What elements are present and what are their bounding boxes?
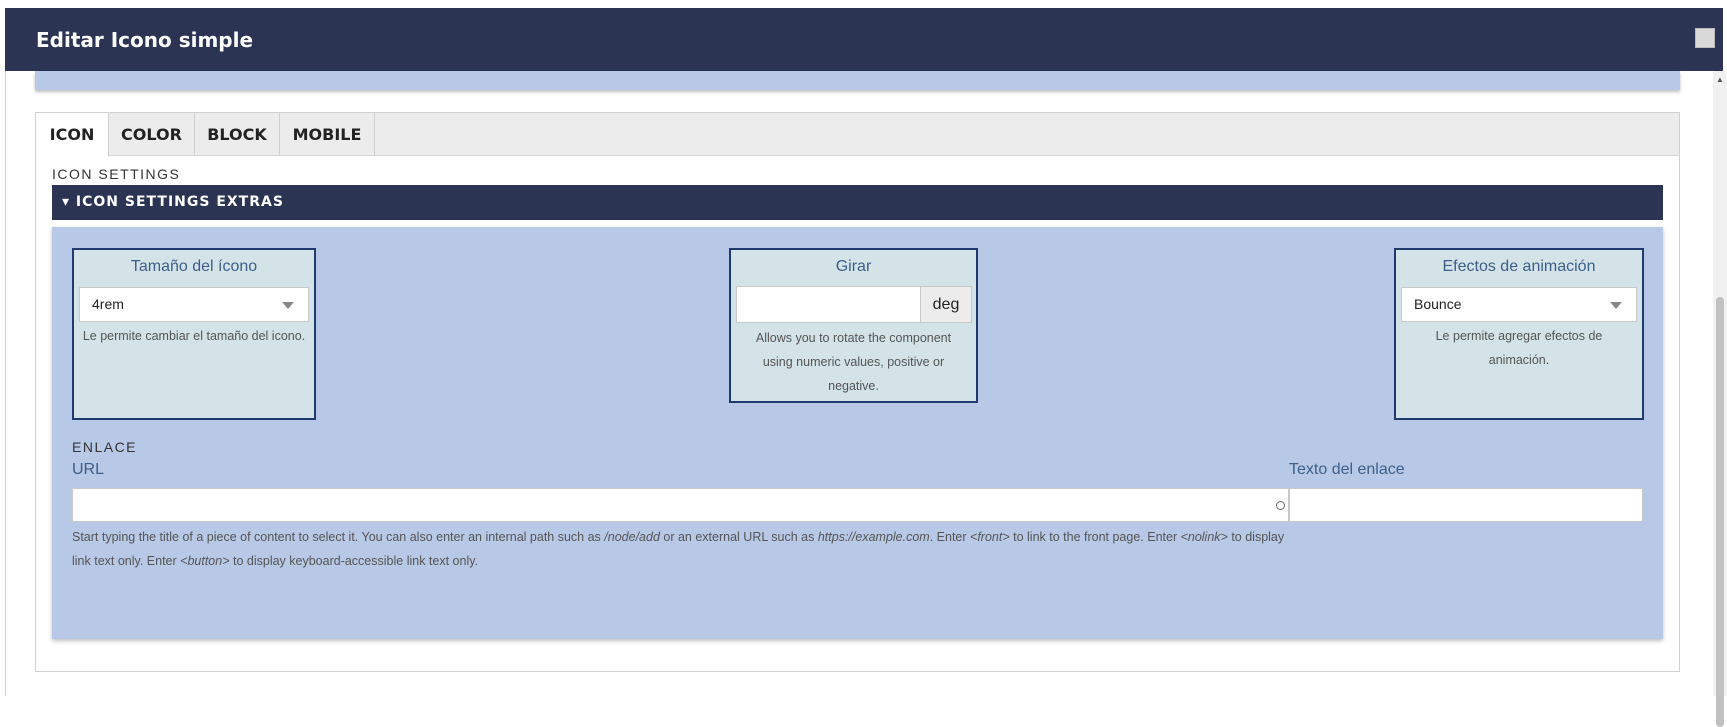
icon-size-value: 4rem [92,296,124,312]
animation-select[interactable]: Bounce [1401,287,1637,322]
url-help-part: to display keyboard-accessible link text… [229,554,479,568]
url-help-example: <front> [970,530,1010,544]
url-help-part: Start typing the title of a piece of con… [72,530,605,544]
icon-settings-extras-summary[interactable]: ▾ ICON SETTINGS EXTRAS [52,185,1663,220]
url-help-part: or an external URL such as [659,530,818,544]
link-text-input[interactable] [1289,488,1643,522]
top-strip [0,0,1727,6]
animation-help: Le permite agregar efectos de animación. [1435,329,1603,367]
tab-bar: ICON COLOR BLOCK MOBILE [36,113,1679,157]
url-help-text: Start typing the title of a piece of con… [72,525,1292,573]
icon-size-help: Le permite cambiar el tamaño del icono. [82,329,306,343]
rotate-card: Girar deg Allows you to rotate the compo… [729,248,978,403]
tab-color[interactable]: COLOR [109,113,195,156]
close-button[interactable] [1695,28,1715,48]
url-input[interactable] [72,488,1289,522]
icon-settings-heading: ICON SETTINGS [52,166,181,182]
url-help-example: https://example.com [817,530,930,544]
icon-size-card: Tamaño del ícono 4rem Le permite cambiar… [72,248,316,420]
tab-block[interactable]: BLOCK [195,113,280,156]
autocomplete-throbber-icon [1276,501,1285,510]
url-help-part: to link to the front page. Enter [1009,530,1181,544]
chevron-down-icon [1610,302,1622,309]
link-text-label: Texto del enlace [1289,461,1405,478]
url-help-part: . Enter [929,530,971,544]
tab-mobile[interactable]: MOBILE [280,113,375,156]
tab-icon[interactable]: ICON [36,113,109,157]
url-help-example: <button> [180,554,230,568]
url-label: URL [72,461,105,478]
icon-size-label: Tamaño del ícono [130,258,258,275]
dialog-titlebar: Editar Icono simple [5,8,1723,71]
icon-settings-extras-panel: Tamaño del ícono 4rem Le permite cambiar… [52,227,1663,639]
url-help-example: /node/add [604,530,660,544]
scrollbar-thumb[interactable] [1716,297,1724,727]
dialog-scrollbar[interactable]: ▲ [1713,71,1727,727]
animation-card: Efectos de animación Bounce Le permite a… [1394,248,1644,420]
chevron-down-icon [282,302,294,309]
animation-label: Efectos de animación [1442,258,1596,275]
link-section-heading: ENLACE [72,439,138,455]
dialog-title: Editar Icono simple [36,28,254,52]
rotate-input[interactable] [736,286,921,323]
rotate-unit-suffix: deg [920,286,972,323]
animation-value: Bounce [1414,296,1462,312]
rotate-help: Allows you to rotate the component using… [755,331,952,393]
icon-size-select[interactable]: 4rem [79,287,309,322]
vertical-tabs-container: ICON COLOR BLOCK MOBILE ICON SETTINGS ▾ … [35,112,1680,672]
scroll-up-icon[interactable]: ▲ [1716,75,1724,84]
previous-panel-bottom [35,71,1680,90]
rotate-label: Girar [835,258,872,275]
url-help-example: <nolink> [1180,530,1228,544]
